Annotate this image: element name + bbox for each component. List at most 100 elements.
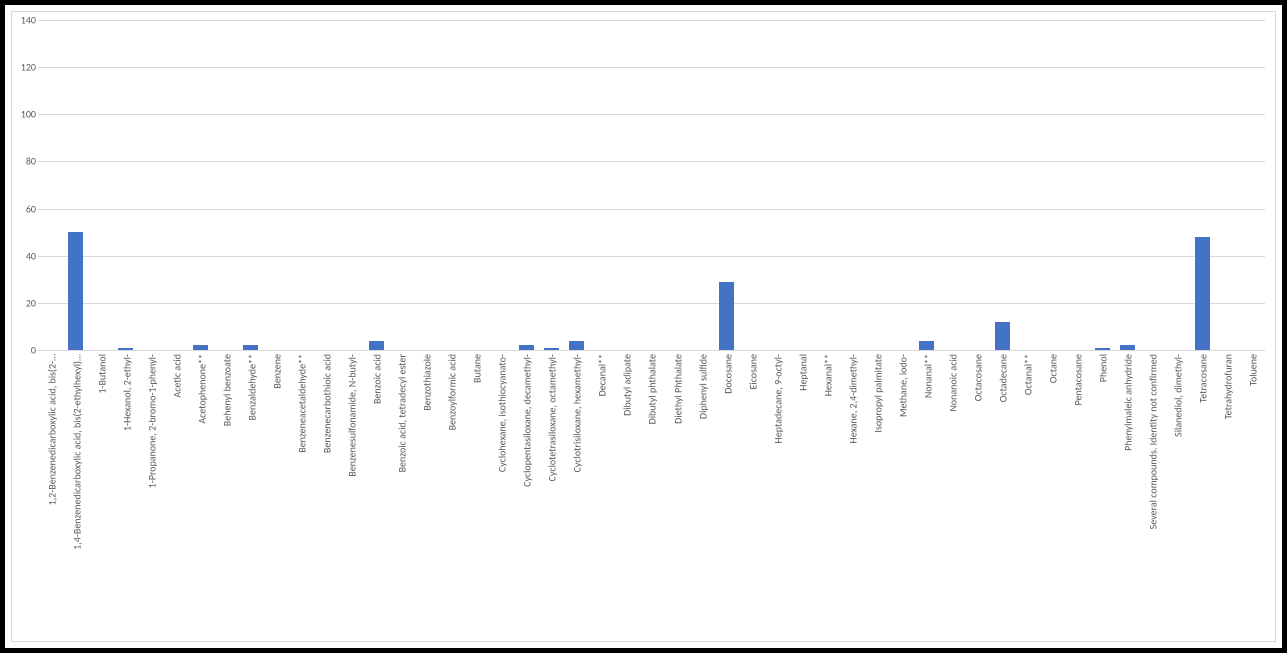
bar xyxy=(995,322,1010,350)
x-tick-label: Octanal** xyxy=(1020,350,1035,395)
bar-slot: Pentacosane xyxy=(1065,20,1090,350)
bar-slot: Diphenyl sulfide xyxy=(689,20,714,350)
y-tick-label: 120 xyxy=(14,61,36,74)
bar-slot: Cyclohexane, isothiocyanato- xyxy=(489,20,514,350)
x-tick-label: 1-Hexanol, 2-ethyl- xyxy=(118,350,133,431)
x-tick-label: Butane xyxy=(469,350,484,383)
x-tick-label: Toluene xyxy=(1245,350,1260,386)
bar xyxy=(919,341,934,350)
y-tick-label: 0 xyxy=(14,344,36,357)
bar-slot: Octadecane xyxy=(990,20,1015,350)
x-tick-label: Several compounds. Identity not confirme… xyxy=(1145,350,1160,529)
chart-frame: 0204060801001201401,2-Benzenedicarboxyli… xyxy=(0,0,1287,653)
x-tick-label: Benzene xyxy=(268,350,283,389)
bar-slot: Docosane xyxy=(714,20,739,350)
x-tick-label: Octacosane xyxy=(970,350,985,401)
bar-slot: Heptadecane, 9-octyl- xyxy=(764,20,789,350)
x-tick-label: Octadecane xyxy=(995,350,1010,402)
bar-slot: Octane xyxy=(1040,20,1065,350)
bar-slot: Benzene xyxy=(263,20,288,350)
bar-slot: Several compounds. Identity not confirme… xyxy=(1140,20,1165,350)
x-tick-label: Isopropyl palmitate xyxy=(869,350,884,433)
x-tick-label: Acetic acid xyxy=(168,350,183,398)
x-tick-label: Hexanal** xyxy=(819,350,834,396)
x-tick-label: Docosane xyxy=(719,350,734,394)
bar-slot: Isopropyl palmitate xyxy=(864,20,889,350)
x-tick-label: Eicosane xyxy=(744,350,759,390)
bar-slot: Eicosane xyxy=(739,20,764,350)
x-tick-label: Dibutyl adipate xyxy=(619,350,634,416)
bars-container: 1,2-Benzenedicarboxylic acid, bis(2-…1,4… xyxy=(38,20,1265,350)
bar-slot: Cyclotetrasiloxane, octamethyl- xyxy=(539,20,564,350)
bar-slot: Diethyl Phthalate xyxy=(664,20,689,350)
x-tick-label: Nonanal** xyxy=(919,350,934,398)
bar-slot: Nonanoic acid xyxy=(939,20,964,350)
bar-slot: Cyclopentasiloxane, decamethyl- xyxy=(514,20,539,350)
bar-slot: Behenyl benzoate xyxy=(213,20,238,350)
x-tick-label: Benzothiazole xyxy=(419,350,434,411)
bar-slot: Acetic acid xyxy=(163,20,188,350)
bar-slot: Benzothiazole xyxy=(414,20,439,350)
x-tick-label: Pentacosane xyxy=(1070,350,1085,405)
bar-slot: Benzenecarbothioic acid xyxy=(313,20,338,350)
chart-area: 0204060801001201401,2-Benzenedicarboxyli… xyxy=(11,11,1276,642)
bar-slot: Hexanal** xyxy=(814,20,839,350)
bar-slot: Benzenesulfonamide, N-butyl- xyxy=(338,20,363,350)
bar-slot: Benzeneacetaldehyde** xyxy=(288,20,313,350)
bar-slot: Dibutyl adipate xyxy=(614,20,639,350)
bar-slot: 1-Hexanol, 2-ethyl- xyxy=(113,20,138,350)
bar-slot: Decanal** xyxy=(589,20,614,350)
x-tick-label: Acetophenone** xyxy=(193,350,208,424)
bar-slot: Octacosane xyxy=(965,20,990,350)
x-tick-label: Benzoylformic acid xyxy=(444,350,459,430)
x-tick-label: Behenyl benzoate xyxy=(218,350,233,426)
x-tick-label: Cyclohexane, isothiocyanato- xyxy=(494,350,509,472)
x-tick-label: Benzoic acid, tetradecyl ester xyxy=(394,350,409,472)
bar xyxy=(569,341,584,350)
x-tick-label: Decanal** xyxy=(594,350,609,396)
y-tick-label: 80 xyxy=(14,155,36,168)
bar-slot: Octanal** xyxy=(1015,20,1040,350)
bar xyxy=(68,232,83,350)
bar-slot: Methane, iodo- xyxy=(889,20,914,350)
bar-slot: Heptanal xyxy=(789,20,814,350)
x-tick-label: Dibutyl phthalate xyxy=(644,350,659,424)
bar-slot: Benzoic acid xyxy=(364,20,389,350)
x-tick-label: Diethyl Phthalate xyxy=(669,350,684,424)
y-tick-label: 40 xyxy=(14,249,36,262)
bar-slot: Cyclotrisiloxane, hexamethyl- xyxy=(564,20,589,350)
x-tick-label: Tetracosane xyxy=(1195,350,1210,403)
x-tick-label: Silanediol, dimethyl- xyxy=(1170,350,1185,437)
x-tick-label: Heptanal xyxy=(794,350,809,391)
x-tick-label: Octane xyxy=(1045,350,1060,383)
x-tick-label: Nonanoic acid xyxy=(944,350,959,412)
x-tick-label: 1,2-Benzenedicarboxylic acid, bis(2-… xyxy=(43,350,58,505)
bar-slot: Tetracosane xyxy=(1190,20,1215,350)
x-tick-label: Benzenesulfonamide, N-butyl- xyxy=(344,350,359,477)
bar-slot: Toluene xyxy=(1240,20,1265,350)
x-tick-label: Cyclopentasiloxane, decamethyl- xyxy=(519,350,534,487)
x-tick-label: Methane, iodo- xyxy=(894,350,909,417)
y-tick-label: 60 xyxy=(14,202,36,215)
bar xyxy=(719,282,734,350)
y-tick-label: 20 xyxy=(14,296,36,309)
bar-slot: Benzaldehyde** xyxy=(238,20,263,350)
bar-slot: Phenol xyxy=(1090,20,1115,350)
x-tick-label: 1-Butanol xyxy=(93,350,108,394)
x-tick-label: Phenol xyxy=(1095,350,1110,382)
x-tick-label: Benzenecarbothioic acid xyxy=(318,350,333,453)
y-tick-label: 100 xyxy=(14,108,36,121)
y-tick-label: 140 xyxy=(14,14,36,27)
bar-slot: Tetrahydrofuran xyxy=(1215,20,1240,350)
x-tick-label: Phenylmaleic anhydride xyxy=(1120,350,1135,451)
x-tick-label: Benzoic acid xyxy=(369,350,384,404)
bar-slot: 1-Butanol xyxy=(88,20,113,350)
bar-slot: Benzoylformic acid xyxy=(439,20,464,350)
x-tick-label: Benzaldehyde** xyxy=(243,350,258,420)
bar-slot: 1,4-Benzenedicarboxylic acid, bis(2-ethy… xyxy=(63,20,88,350)
x-tick-label: 1-Propanone, 2-bromo-1-phenyl- xyxy=(143,350,158,488)
bar xyxy=(369,341,384,350)
x-tick-label: 1,4-Benzenedicarboxylic acid, bis(2-ethy… xyxy=(68,350,83,550)
x-tick-label: Cyclotrisiloxane, hexamethyl- xyxy=(569,350,584,472)
x-tick-label: Benzeneacetaldehyde** xyxy=(293,350,308,453)
